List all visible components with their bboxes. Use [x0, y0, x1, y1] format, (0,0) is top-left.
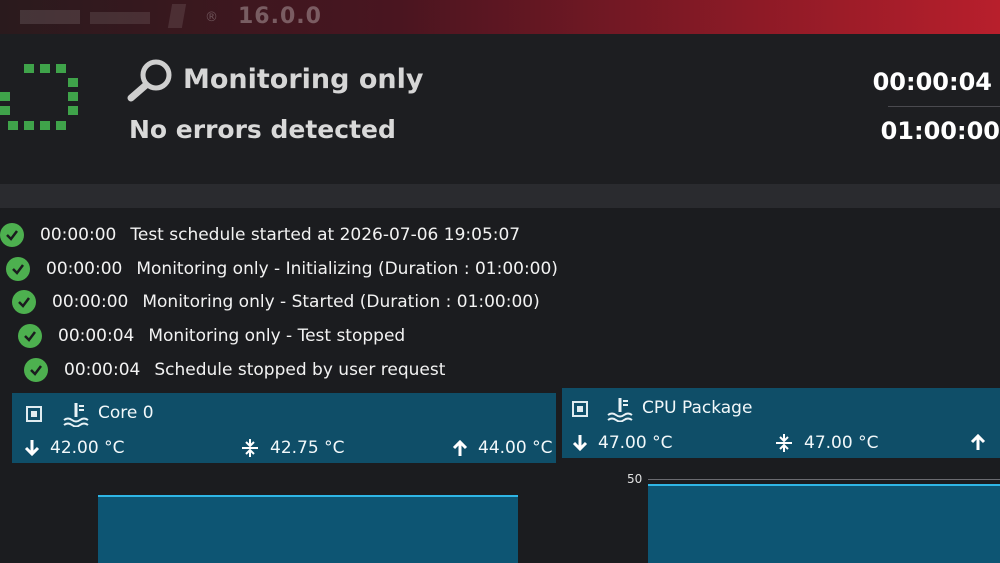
error-status-text: No errors detected — [129, 115, 396, 144]
sensor-min-value: 47.00 °C — [598, 433, 673, 453]
sensor-min-value: 42.00 °C — [50, 438, 125, 458]
log-entry: 00:00:04 Monitoring only - Test stopped — [18, 321, 405, 351]
title-text-blurred — [20, 10, 80, 24]
success-check-icon — [6, 257, 30, 281]
arrow-up-icon — [970, 433, 986, 450]
registered-mark: ® — [205, 10, 218, 25]
success-check-icon — [18, 324, 42, 348]
status-header — [0, 34, 1000, 184]
section-divider — [0, 184, 1000, 208]
log-time: 00:00:04 — [58, 326, 135, 346]
sensor-name: Core 0 — [98, 403, 154, 423]
log-message: Schedule stopped by user request — [154, 360, 446, 380]
cpu-package-graph — [648, 484, 1000, 563]
select-sensor-icon[interactable] — [572, 401, 588, 417]
arrow-up-icon — [452, 439, 468, 456]
sensor-max — [970, 433, 996, 451]
sensor-min: 42.00 °C — [24, 438, 124, 458]
graph-line — [648, 484, 1000, 486]
thermometer-icon — [607, 398, 633, 422]
search-magnifier-icon — [127, 59, 172, 102]
log-time: 00:00:00 — [52, 292, 129, 312]
average-icon — [242, 439, 258, 457]
status-indicator-icon — [0, 64, 90, 136]
elapsed-time: 00:00:04 — [872, 68, 992, 96]
sensor-panel-core-0[interactable]: Core 0 42.00 °C 42.75 °C 44.00 °C — [12, 393, 556, 463]
event-log[interactable]: 00:00:00 Test schedule started at 2026-0… — [0, 218, 1000, 388]
sensor-avg-value: 42.75 °C — [270, 438, 345, 458]
sensor-panel-cpu-package[interactable]: CPU Package 47.00 °C 47.00 °C — [562, 388, 1000, 458]
success-check-icon — [24, 358, 48, 382]
log-time: 00:00:00 — [46, 259, 123, 279]
log-message: Monitoring only - Started (Duration : 01… — [142, 292, 540, 312]
log-message: Monitoring only - Test stopped — [148, 326, 406, 346]
log-entry: 00:00:00 Test schedule started at 2026-0… — [0, 220, 520, 250]
success-check-icon — [0, 223, 24, 247]
average-icon — [776, 434, 792, 452]
log-entry: 00:00:00 Monitoring only - Started (Dura… — [12, 287, 540, 317]
arrow-down-icon — [572, 435, 588, 452]
sensor-avg-value: 47.00 °C — [804, 433, 879, 453]
sensor-avg: 42.75 °C — [240, 438, 344, 458]
thermometer-icon — [63, 403, 89, 427]
sensor-name: CPU Package — [642, 398, 753, 418]
graph-axis-gridline — [648, 479, 1000, 480]
sensor-avg: 47.00 °C — [774, 433, 878, 453]
title-bar: ® 16.0.0 — [0, 0, 1000, 34]
log-entry: 00:00:04 Schedule stopped by user reques… — [24, 355, 445, 385]
log-time: 00:00:00 — [40, 225, 117, 245]
sensor-max-value: 44.00 °C — [478, 438, 553, 458]
graph-line — [98, 495, 518, 497]
title-separator — [167, 4, 187, 28]
arrow-down-icon — [24, 440, 40, 457]
time-divider — [888, 106, 1000, 107]
core-0-graph — [98, 495, 518, 563]
log-time: 00:00:04 — [64, 360, 141, 380]
log-entry: 00:00:00 Monitoring only - Initializing … — [6, 254, 558, 284]
log-message: Test schedule started at 2026-07-06 19:0… — [130, 225, 521, 245]
sensor-min: 47.00 °C — [572, 433, 672, 453]
sensor-max: 44.00 °C — [452, 438, 552, 458]
app-version: 16.0.0 — [238, 4, 322, 29]
log-message: Monitoring only - Initializing (Duration… — [136, 259, 558, 279]
graph-axis-label: 50 — [627, 472, 643, 486]
select-sensor-icon[interactable] — [26, 406, 42, 422]
title-text-blurred-2 — [90, 12, 150, 24]
success-check-icon — [12, 290, 36, 314]
test-duration: 01:00:00 — [880, 117, 1000, 145]
test-mode-title: Monitoring only — [183, 64, 424, 95]
